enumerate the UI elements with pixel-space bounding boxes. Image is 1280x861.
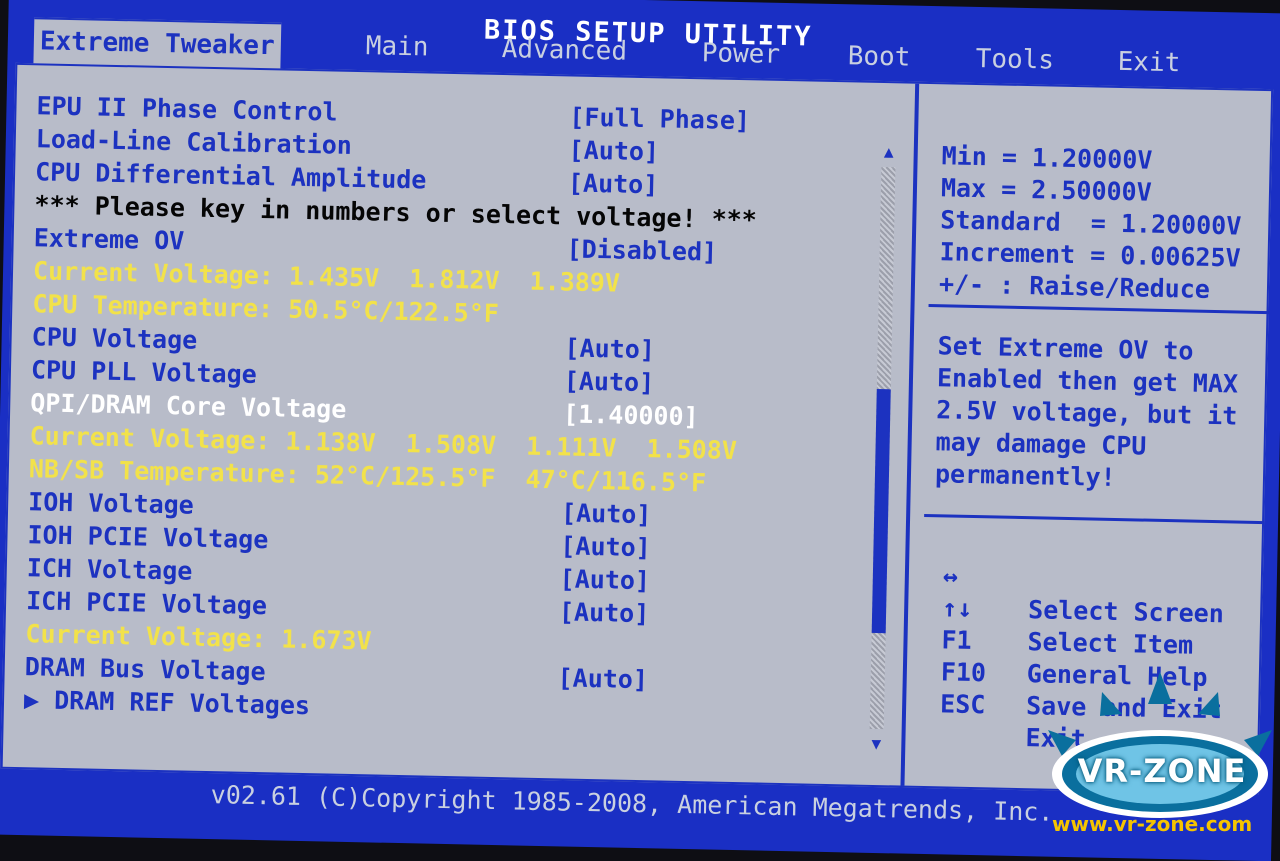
- watermark-url: www.vr-zone.com: [1052, 812, 1253, 836]
- setting-value[interactable]: [Auto]: [564, 331, 655, 366]
- setting-label: Extreme OV: [33, 223, 185, 256]
- ich-current-voltage: Current Voltage: 1.673V: [25, 617, 372, 655]
- key-hint-row: ↔ Select Screen: [933, 528, 1225, 628]
- setting-value[interactable]: [Auto]: [561, 496, 652, 531]
- setting-row[interactable]: CPU Differential Amplitude [Auto]: [35, 155, 659, 199]
- key-hint-desc: Select Screen: [1027, 595, 1225, 629]
- tab-exit[interactable]: Exit: [1111, 40, 1187, 86]
- setting-row[interactable]: EPU II Phase Control [Full Phase]: [36, 89, 750, 135]
- setting-value[interactable]: [Auto]: [559, 595, 650, 630]
- setting-value[interactable]: [Auto]: [557, 661, 648, 696]
- nbsb-temperature: NB/SB Temperature: 52°C/125.5°F 47°C/116…: [29, 452, 707, 497]
- submenu-label: ▶ DRAM REF Voltages: [23, 685, 311, 721]
- cpu-current-voltage: Current Voltage: 1.435V 1.812V 1.389V: [33, 254, 620, 297]
- tab-extreme-tweaker[interactable]: Extreme Tweaker: [33, 17, 282, 71]
- help-raise-reduce: +/- : Raise/Reduce: [938, 269, 1211, 304]
- submenu-dram-ref-voltages[interactable]: ▶ DRAM REF Voltages: [24, 683, 311, 720]
- setting-value[interactable]: [Full Phase]: [569, 100, 750, 137]
- setting-row[interactable]: IOH Voltage [Auto]: [28, 485, 652, 529]
- qpi-current-voltage: Current Voltage: 1.138V 1.508V 1.111V 1.…: [29, 419, 737, 465]
- setting-value[interactable]: [1.40000]: [563, 397, 699, 433]
- setting-label: CPU Voltage: [31, 322, 198, 355]
- voltage-notice: *** Please key in numbers or select volt…: [34, 188, 757, 234]
- help-min: Min = 1.20000V: [941, 141, 1153, 175]
- key-hint-row: F1 General Help: [932, 592, 1208, 692]
- setting-row[interactable]: ICH PCIE Voltage [Auto]: [26, 584, 650, 628]
- watermark-logo-text: VR-ZONE: [1077, 752, 1247, 790]
- setting-value[interactable]: [Auto]: [568, 166, 659, 201]
- scroll-down-arrow-icon[interactable]: ▼: [867, 734, 885, 753]
- tab-boot[interactable]: Boot: [841, 34, 917, 80]
- key-hint-row: ESC Exit: [931, 656, 1086, 753]
- setting-row[interactable]: Extreme OV [Disabled]: [33, 221, 717, 266]
- setting-label: ICH PCIE Voltage: [25, 586, 268, 621]
- help-description: may damage CPU: [935, 427, 1147, 461]
- setting-value[interactable]: [Auto]: [568, 133, 659, 168]
- help-separator: [928, 304, 1269, 315]
- setting-row[interactable]: DRAM Bus Voltage [Auto]: [24, 650, 648, 694]
- help-max: Max = 2.50000V: [940, 173, 1152, 207]
- setting-value[interactable]: [Auto]: [559, 562, 650, 597]
- scroll-up-arrow-icon[interactable]: ▲: [880, 142, 898, 161]
- tab-main[interactable]: Main: [359, 24, 435, 70]
- setting-label: DRAM Bus Voltage: [24, 652, 266, 687]
- setting-row[interactable]: ICH Voltage [Auto]: [27, 551, 651, 595]
- help-description: permanently!: [934, 459, 1116, 492]
- setting-row[interactable]: CPU PLL Voltage [Auto]: [31, 353, 655, 397]
- setting-label: IOH Voltage: [27, 487, 195, 520]
- setting-row[interactable]: Load-Line Calibration [Auto]: [35, 122, 660, 166]
- key-hint-row: ↑↓ Select Item: [933, 560, 1193, 659]
- key-hint-key: ESC: [939, 689, 986, 720]
- cpu-temperature: CPU Temperature: 50.5°C/122.5°F: [32, 287, 499, 328]
- setting-value[interactable]: [Disabled]: [566, 232, 717, 268]
- tab-tools[interactable]: Tools: [969, 37, 1060, 83]
- help-separator: [924, 513, 1265, 525]
- setting-label: CPU PLL Voltage: [30, 355, 258, 389]
- setting-label: ICH Voltage: [26, 553, 193, 586]
- settings-list: EPU II Phase Control [Full Phase] Load-L…: [3, 65, 898, 785]
- tab-advanced[interactable]: Advanced: [495, 27, 633, 74]
- key-hint-row: F10 Save and Exit: [931, 624, 1223, 724]
- help-description: Set Extreme OV to: [937, 331, 1194, 366]
- panel-divider: [900, 83, 920, 786]
- scroll-thumb[interactable]: [871, 388, 891, 634]
- scrollbar[interactable]: ▲ ▼: [867, 142, 898, 753]
- setting-row[interactable]: CPU Voltage [Auto]: [31, 320, 655, 364]
- setting-row-selected[interactable]: QPI/DRAM Core Voltage [1.40000]: [30, 386, 699, 431]
- setting-value[interactable]: [Auto]: [560, 529, 651, 564]
- tab-power[interactable]: Power: [695, 31, 786, 77]
- setting-label: IOH PCIE Voltage: [27, 520, 269, 555]
- setting-value[interactable]: [Auto]: [564, 364, 655, 399]
- setting-row[interactable]: IOH PCIE Voltage [Auto]: [27, 518, 651, 562]
